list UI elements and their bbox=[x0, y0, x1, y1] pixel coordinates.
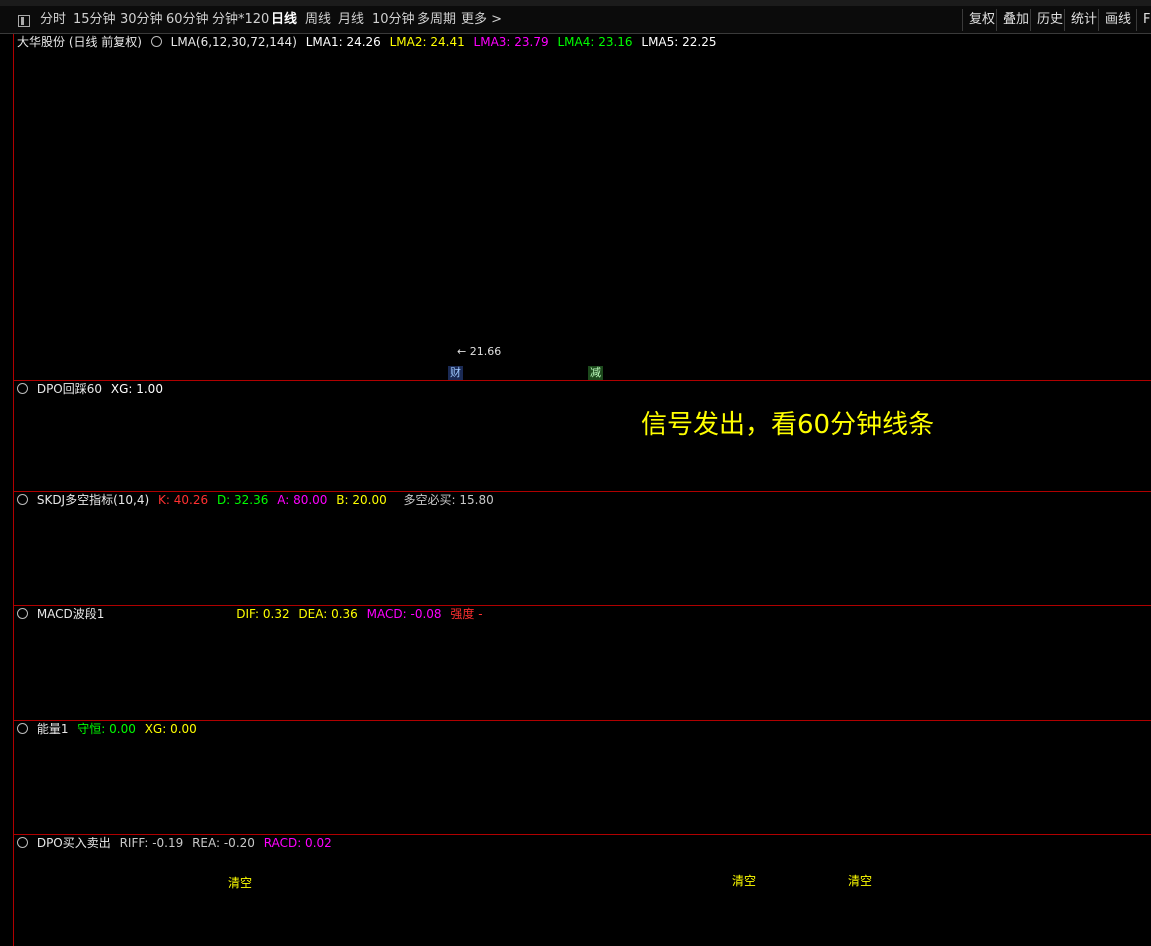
stock-title: 大华股份 (日线 前复权) bbox=[17, 35, 142, 49]
dpo-xg-value: XG: 1.00 bbox=[110, 382, 163, 396]
dpo-bs-rea-value: REA: -0.20 bbox=[192, 836, 255, 850]
dpo-bs-title: DPO买入卖出 bbox=[36, 836, 111, 850]
chart-canvas[interactable] bbox=[0, 34, 1151, 946]
tab-monthly[interactable]: 月线 bbox=[338, 6, 364, 33]
skdj-b-value: B: 20.00 bbox=[336, 493, 387, 507]
dpo-bs-menu-icon[interactable] bbox=[17, 837, 28, 848]
low-price-label: ← 21.66 bbox=[457, 345, 502, 358]
energy-title: 能量1 bbox=[36, 722, 69, 736]
macd-strength-value: 强度 - bbox=[450, 607, 483, 621]
dpo-title: DPO回踩60 bbox=[36, 382, 103, 396]
macd-dif-value: DIF: 0.32 bbox=[236, 607, 290, 621]
financial-report-tag[interactable]: 财 bbox=[448, 366, 463, 380]
dpo-bs-riff-value: RIFF: -0.19 bbox=[119, 836, 184, 850]
dpo-bs-pane-header: DPO买入卖出 RIFF: -0.19 REA: -0.20 RACD: 0.0… bbox=[17, 835, 337, 851]
ma-label: LMA(6,12,30,72,144) bbox=[170, 35, 297, 49]
macd-menu-icon[interactable] bbox=[17, 608, 28, 619]
tab-60min[interactable]: 60分钟 bbox=[166, 6, 209, 33]
skdj-pane-header: SKDJ多空指标(10,4) K: 40.26 D: 32.36 A: 80.0… bbox=[17, 492, 499, 508]
skdj-buy-value: 多空必买: 15.80 bbox=[403, 493, 494, 507]
low-price-value: 21.66 bbox=[469, 345, 502, 358]
lma5-value: LMA5: 22.25 bbox=[641, 35, 717, 49]
pane-left-border bbox=[13, 34, 14, 946]
draw-line-button[interactable]: 画线 bbox=[1098, 9, 1137, 31]
dpo-bs-racd-value: RACD: 0.02 bbox=[263, 836, 332, 850]
layout-toggle-icon[interactable] bbox=[18, 15, 30, 27]
macd-value: MACD: -0.08 bbox=[366, 607, 442, 621]
signal-annotation: 信号发出，看60分钟线条 bbox=[641, 410, 935, 440]
dpo-menu-icon[interactable] bbox=[17, 383, 28, 394]
skdj-menu-icon[interactable] bbox=[17, 494, 28, 505]
f-button[interactable]: F bbox=[1136, 9, 1151, 31]
tab-fenshi[interactable]: 分时 bbox=[40, 6, 66, 33]
clear-label-1: 清空 bbox=[228, 876, 253, 890]
tab-30min[interactable]: 30分钟 bbox=[120, 6, 163, 33]
indicator-menu-icon[interactable] bbox=[150, 36, 162, 47]
lma2-value: LMA2: 24.41 bbox=[389, 35, 465, 49]
clear-label-3: 清空 bbox=[848, 874, 873, 888]
clear-label-2: 清空 bbox=[732, 874, 757, 888]
macd-pane-header: MACD波段1 DIF: 0.32 DEA: 0.36 MACD: -0.08 … bbox=[17, 606, 488, 622]
skdj-d-value: D: 32.36 bbox=[216, 493, 269, 507]
main-pane-header: 大华股份 (日线 前复权) LMA(6,12,30,72,144) LMA1: … bbox=[17, 34, 721, 50]
lma4-value: LMA4: 23.16 bbox=[557, 35, 633, 49]
skdj-title: SKDJ多空指标(10,4) bbox=[36, 493, 150, 507]
period-toolbar: 分时 15分钟 30分钟 60分钟 分钟*120 日线 周线 月线 10分钟 多… bbox=[0, 6, 1151, 34]
lma3-value: LMA3: 23.79 bbox=[473, 35, 549, 49]
pane-divider-1 bbox=[14, 380, 1151, 381]
energy-xg-value: XG: 0.00 bbox=[144, 722, 197, 736]
tab-120min[interactable]: 分钟*120 bbox=[212, 6, 269, 33]
tab-daily[interactable]: 日线 bbox=[271, 6, 297, 33]
macd-title: MACD波段1 bbox=[36, 607, 105, 621]
tab-more[interactable]: 更多 > bbox=[461, 6, 502, 33]
tab-15min[interactable]: 15分钟 bbox=[73, 6, 116, 33]
skdj-k-value: K: 40.26 bbox=[158, 493, 209, 507]
share-reduction-tag[interactable]: 减 bbox=[588, 366, 603, 380]
tab-multi-period[interactable]: 多周期 bbox=[417, 6, 456, 33]
tab-weekly[interactable]: 周线 bbox=[305, 6, 331, 33]
energy-conservation-value: 守恒: 0.00 bbox=[77, 722, 136, 736]
energy-pane-header: 能量1 守恒: 0.00 XG: 0.00 bbox=[17, 721, 202, 737]
dpo-pane-header: DPO回踩60 XG: 1.00 bbox=[17, 381, 168, 397]
tab-10min[interactable]: 10分钟 bbox=[372, 6, 415, 33]
chart-area[interactable] bbox=[0, 34, 1151, 946]
energy-menu-icon[interactable] bbox=[17, 723, 28, 734]
skdj-a-value: A: 80.00 bbox=[277, 493, 328, 507]
lma1-value: LMA1: 24.26 bbox=[305, 35, 381, 49]
macd-dea-value: DEA: 0.36 bbox=[298, 607, 358, 621]
